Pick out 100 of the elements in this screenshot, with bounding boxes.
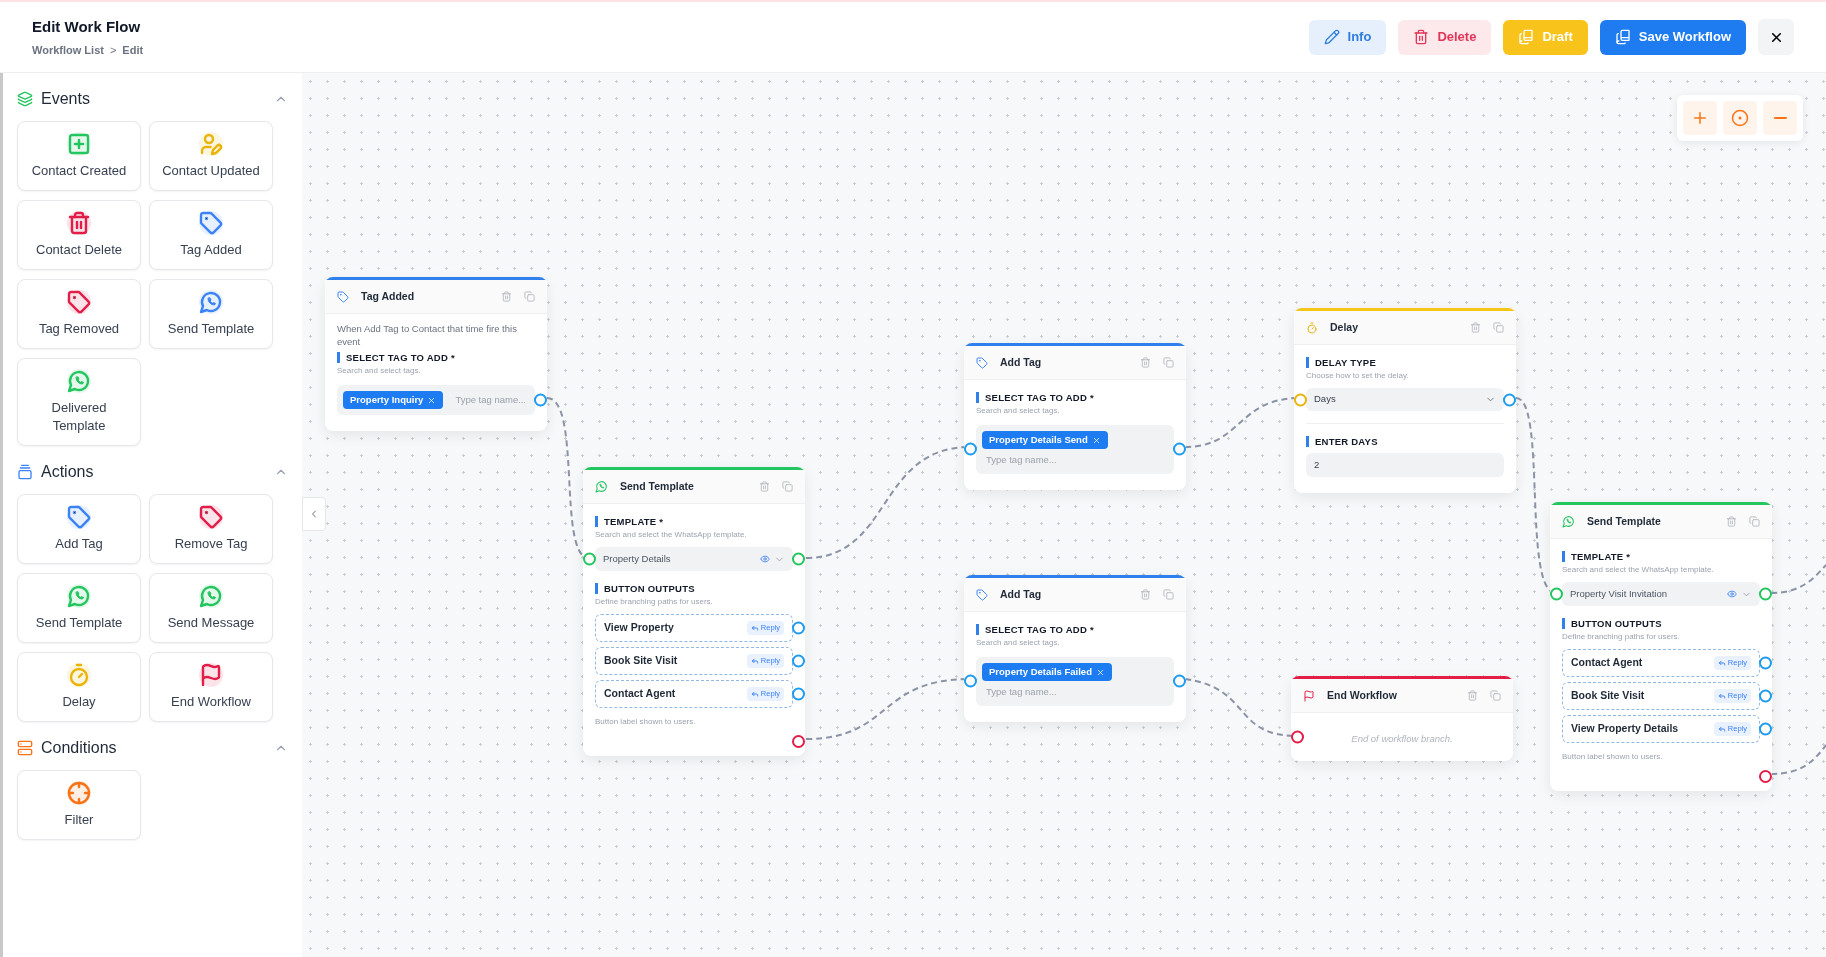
- fit-view-button[interactable]: [1723, 101, 1757, 135]
- field-hint: Choose how to set the delay.: [1306, 370, 1410, 382]
- palette-card[interactable]: Tag Added: [149, 200, 273, 270]
- connection-handle[interactable]: [792, 687, 805, 701]
- duplicate-icon[interactable]: [1749, 516, 1760, 527]
- chat-phone-icon: [595, 480, 608, 493]
- tag-input[interactable]: Type tag name...: [451, 393, 529, 408]
- delete-icon[interactable]: [1140, 357, 1151, 368]
- workflow-node[interactable]: [583, 467, 805, 756]
- palette-card[interactable]: Contact Delete: [17, 200, 141, 270]
- tag-input-field[interactable]: Property Details Failed Type tag name...: [976, 657, 1174, 706]
- delay-type-select[interactable]: Days: [1306, 388, 1504, 411]
- palette-card[interactable]: Send Template: [17, 573, 141, 643]
- palette-card[interactable]: End Workflow: [149, 652, 273, 722]
- workflow-node[interactable]: Tag Added When Add Tag to Contact that time fire this event SELECT TAG TO ADD * Search and select tags. Property Inquiry Type tag name...: [325, 277, 547, 432]
- field-hint: Search and select the WhatsApp template.: [595, 529, 748, 541]
- connection-handle[interactable]: [1503, 393, 1516, 406]
- connection-handle[interactable]: [1291, 730, 1304, 744]
- workflow-node[interactable]: [1550, 502, 1772, 791]
- stacked-cards-icon: [17, 464, 33, 480]
- workflow-node[interactable]: Add Tag SELECT TAG TO ADD * Search and select tags. Property Details Send Type tag name...: [964, 343, 1186, 490]
- tag-input-field[interactable]: Property Details Send Type tag name...: [976, 425, 1174, 474]
- field-hint: Define branching paths for users.: [1562, 631, 1681, 643]
- close-button[interactable]: [1758, 19, 1794, 55]
- workflow-node[interactable]: Add Tag SELECT TAG TO ADD * Search and select tags. Property Details Failed Type tag name...: [964, 575, 1186, 722]
- flag-icon: [1303, 689, 1315, 702]
- palette-card[interactable]: Contact Created: [17, 121, 141, 191]
- remove-icon[interactable]: [1095, 667, 1105, 677]
- duplicate-icon[interactable]: [524, 291, 535, 302]
- eye-icon[interactable]: [760, 554, 770, 564]
- delete-icon[interactable]: [501, 291, 512, 302]
- delete-icon[interactable]: [1726, 516, 1737, 527]
- palette-card[interactable]: Remove Tag: [149, 494, 273, 564]
- connection-handle[interactable]: [792, 735, 805, 748]
- duplicate-icon[interactable]: [1163, 589, 1174, 600]
- tag-icon: [976, 588, 988, 601]
- connection-handle[interactable]: [1759, 587, 1772, 601]
- palette-card[interactable]: Send Template: [149, 279, 273, 349]
- delete-icon[interactable]: [1140, 589, 1151, 600]
- delete-icon[interactable]: [1467, 690, 1478, 701]
- remove-icon[interactable]: [1091, 435, 1101, 445]
- connection-handle[interactable]: [1294, 393, 1307, 406]
- connection-handle[interactable]: [1173, 674, 1186, 688]
- duplicate-icon[interactable]: [782, 481, 793, 492]
- node-title: Add Tag: [1000, 354, 1042, 370]
- delete-button[interactable]: Delete: [1398, 19, 1492, 55]
- remove-icon[interactable]: [427, 395, 437, 405]
- minus-icon: [1773, 117, 1787, 119]
- save-button[interactable]: Save Workflow: [1599, 19, 1746, 55]
- node-title: Send Template: [620, 478, 694, 494]
- palette-card[interactable]: Filter: [17, 770, 141, 840]
- field-label: SELECT TAG TO ADD *: [337, 352, 535, 363]
- section-title: Actions: [41, 462, 94, 482]
- connection-handle[interactable]: [792, 552, 805, 566]
- zoom-out-button[interactable]: [1763, 101, 1797, 135]
- palette-card[interactable]: Delivered Template: [17, 358, 141, 446]
- connection-handle[interactable]: [1759, 689, 1772, 703]
- connection-handle[interactable]: [534, 393, 547, 407]
- connection-handle[interactable]: [964, 442, 977, 456]
- palette-card[interactable]: Contact Updated: [149, 121, 273, 191]
- tag-input[interactable]: Type tag name...: [982, 685, 1168, 700]
- footer-hint: Button label shown to users.: [1562, 751, 1664, 763]
- connection-handle[interactable]: [583, 552, 596, 566]
- node-title: Add Tag: [1000, 586, 1042, 602]
- connection-handle[interactable]: [792, 621, 805, 635]
- connection-handle[interactable]: [1759, 656, 1772, 670]
- chat-phone-icon: [1562, 515, 1575, 528]
- field-label: TEMPLATE *: [595, 516, 793, 527]
- template-select[interactable]: Property Visit Invitation: [1562, 582, 1760, 606]
- field-label: SELECT TAG TO ADD *: [976, 392, 1174, 403]
- palette-card[interactable]: Tag Removed: [17, 279, 141, 349]
- days-input-field[interactable]: 2: [1306, 453, 1504, 477]
- duplicate-icon[interactable]: [1490, 690, 1501, 701]
- palette-card[interactable]: Send Message: [149, 573, 273, 643]
- connection-handle[interactable]: [1759, 722, 1772, 736]
- connection-handle[interactable]: [1173, 442, 1186, 456]
- duplicate-icon[interactable]: [1163, 357, 1174, 368]
- collapse-sidebar-button[interactable]: [302, 497, 326, 531]
- connection-handle[interactable]: [1759, 770, 1772, 783]
- delete-icon[interactable]: [1470, 322, 1481, 333]
- breadcrumb-current: Edit: [122, 43, 144, 58]
- breadcrumb-separator: >: [109, 43, 117, 58]
- tag-input-field[interactable]: Property Inquiry Type tag name...: [337, 385, 535, 416]
- palette-card[interactable]: Add Tag: [17, 494, 141, 564]
- connection-handle[interactable]: [792, 654, 805, 668]
- workflow-node[interactable]: End Workflow End of workflow branch.: [1291, 676, 1513, 761]
- connection-handle[interactable]: [1550, 587, 1563, 601]
- zoom-in-button[interactable]: [1683, 101, 1717, 135]
- connection-handle[interactable]: [964, 674, 977, 688]
- duplicate-icon[interactable]: [1493, 322, 1504, 333]
- info-button[interactable]: Info: [1308, 19, 1387, 55]
- delete-icon[interactable]: [759, 481, 770, 492]
- tag-input[interactable]: Type tag name...: [982, 453, 1168, 468]
- template-select[interactable]: Property Details: [595, 547, 793, 571]
- palette-card[interactable]: Delay: [17, 652, 141, 722]
- connector-line: [1770, 744, 1826, 775]
- breadcrumb-link[interactable]: Workflow List: [32, 42, 104, 59]
- trash-icon: [1413, 29, 1430, 45]
- eye-icon[interactable]: [1727, 589, 1737, 599]
- workflow-node[interactable]: Delay DELAY TYPE Choose how to set the delay. Days ENTER DAYS 2: [1294, 308, 1516, 493]
